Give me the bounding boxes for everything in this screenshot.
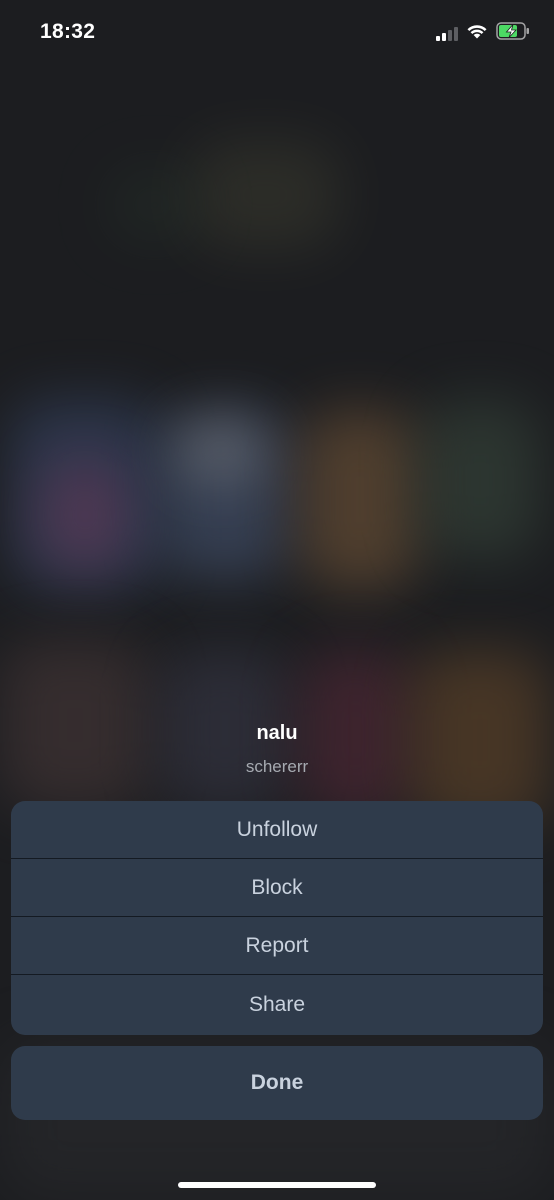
- share-button[interactable]: Share: [11, 975, 543, 1035]
- blurred-content: [110, 170, 200, 240]
- unfollow-button[interactable]: Unfollow: [11, 801, 543, 859]
- battery-charging-icon: [496, 21, 530, 45]
- blurred-content: [190, 140, 340, 250]
- cellular-signal-icon: [436, 26, 458, 41]
- blurred-content: [40, 460, 130, 570]
- action-sheet-title: nalu: [256, 722, 298, 744]
- blurred-content: [420, 400, 540, 560]
- status-icons: [436, 21, 530, 45]
- home-indicator[interactable]: [178, 1182, 376, 1188]
- blurred-content: [300, 410, 420, 590]
- wifi-icon: [466, 23, 488, 44]
- action-sheet-subtitle: schererr: [245, 757, 309, 776]
- screen: 18:32 nalu schererr Unfollow Block Repor…: [0, 0, 554, 1200]
- done-button[interactable]: Done: [11, 1046, 543, 1120]
- action-sheet-group: Unfollow Block Report Share: [11, 801, 543, 1035]
- report-button[interactable]: Report: [11, 917, 543, 975]
- status-bar: 18:32: [0, 0, 554, 70]
- block-button[interactable]: Block: [11, 859, 543, 917]
- blurred-content: [175, 420, 265, 480]
- status-time: 18:32: [40, 20, 96, 43]
